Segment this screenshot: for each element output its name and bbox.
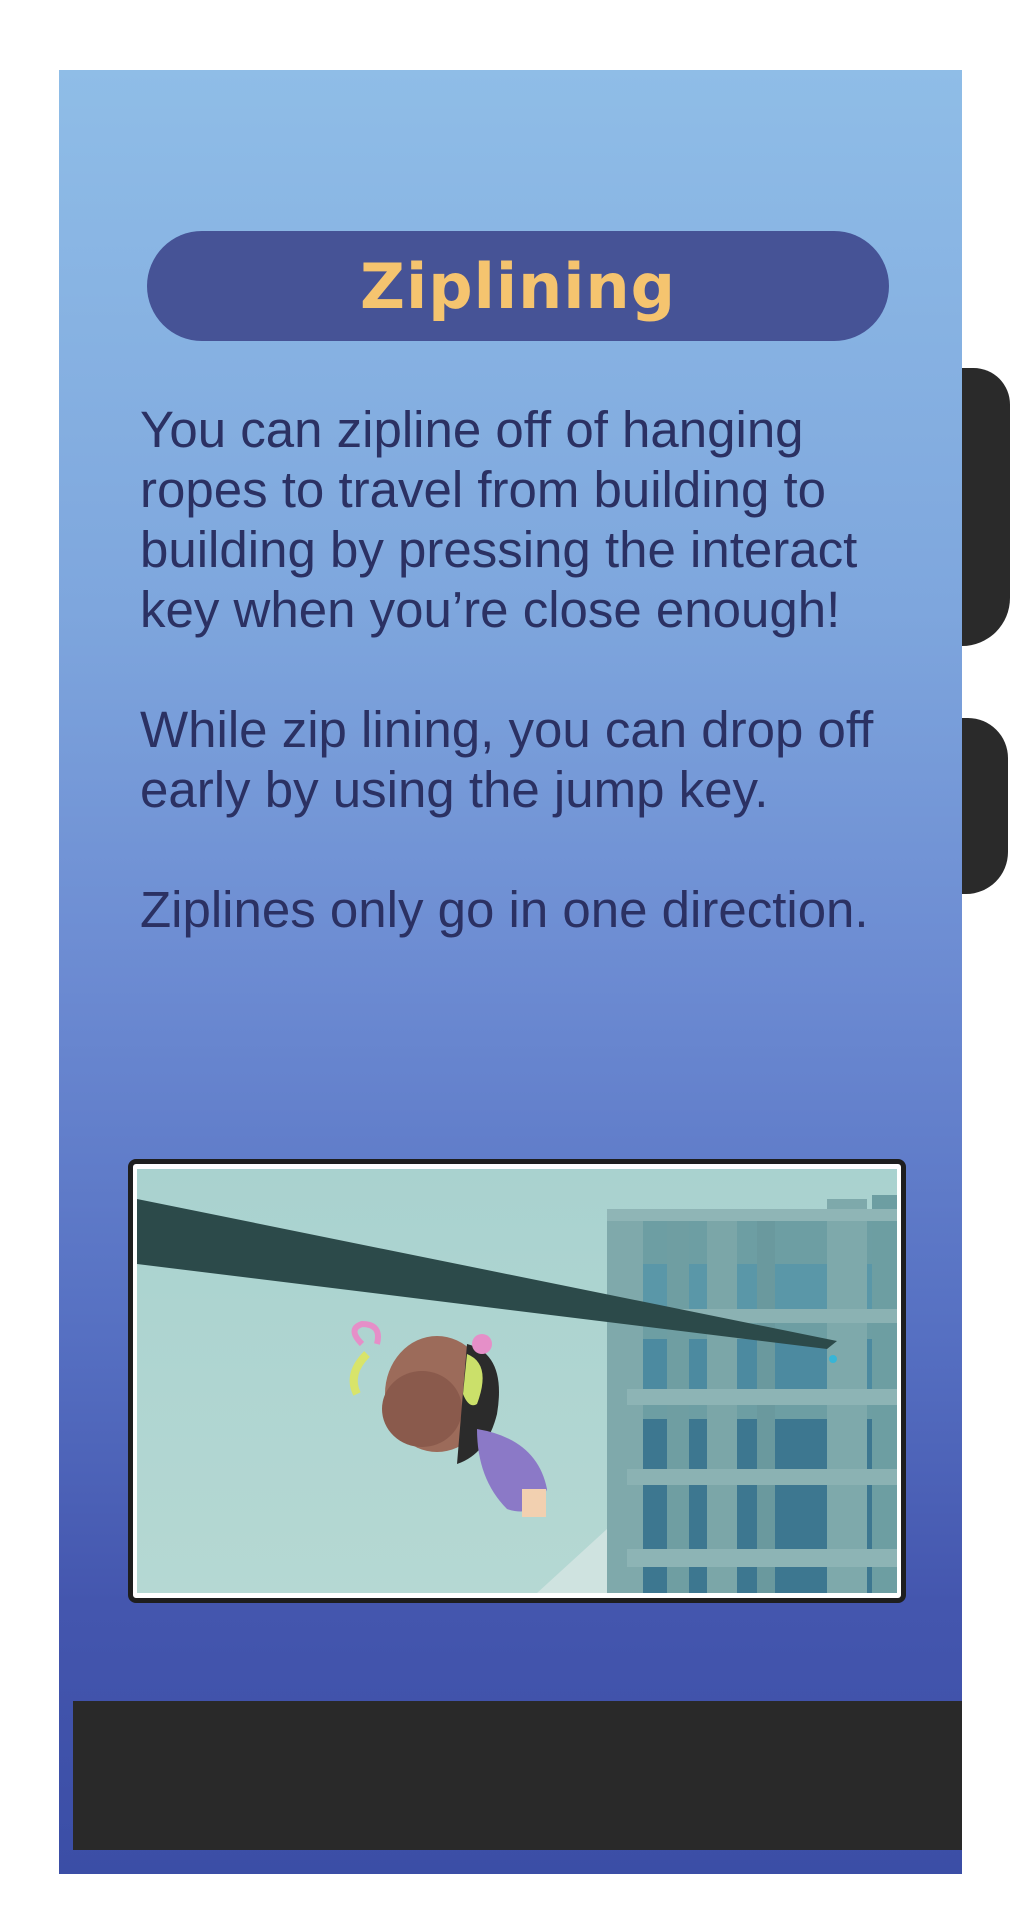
card-title: Ziplining (359, 249, 676, 323)
gameplay-screenshot-frame (128, 1159, 906, 1603)
side-tab-lower[interactable] (962, 718, 1008, 894)
gameplay-screenshot (137, 1169, 897, 1593)
card-body: You can zipline off of hanging ropes to … (140, 400, 900, 1000)
distant-marker (829, 1355, 837, 1363)
zipline-scene-illustration (137, 1169, 897, 1593)
title-pill: Ziplining (147, 231, 889, 341)
paragraph-direction: Ziplines only go in one direction. (140, 881, 869, 938)
side-tab-upper[interactable] (962, 368, 1010, 646)
paragraph-zipline-how: You can zipline off of hanging ropes to … (140, 401, 858, 638)
paragraph-drop-off: While zip lining, you can drop off early… (140, 701, 874, 818)
tutorial-card: Ziplining You can zipline off of hanging… (59, 70, 962, 1874)
bottom-bar (73, 1701, 962, 1850)
